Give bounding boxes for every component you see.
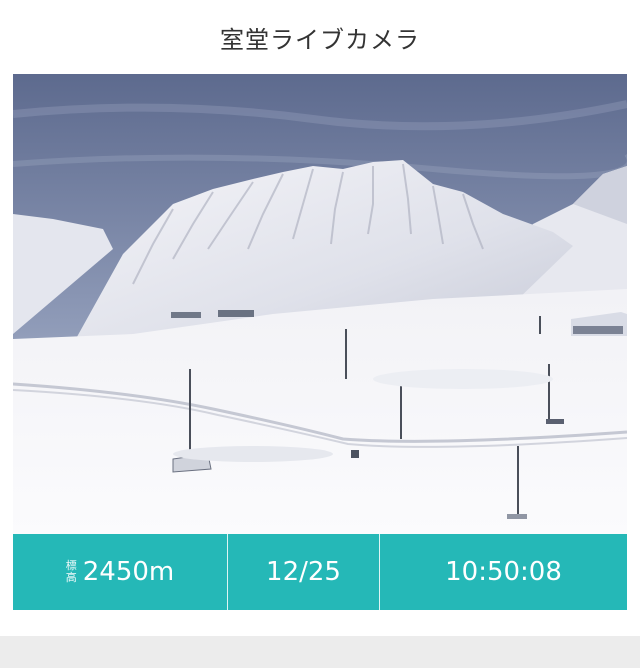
elevation-cell: 標 高 2450m bbox=[13, 534, 227, 610]
time-cell: 10:50:08 bbox=[380, 534, 627, 610]
live-camera-card: 室堂ライブカメラ 標 高 2450m 12/25 10:50:08 bbox=[0, 0, 640, 636]
time-value: 10:50:08 bbox=[445, 557, 562, 587]
elevation-label: 標 高 bbox=[66, 560, 77, 584]
elevation-value: 2450m bbox=[82, 557, 175, 587]
live-camera-image[interactable] bbox=[13, 74, 627, 534]
page-footer-area bbox=[0, 636, 640, 668]
date-cell: 12/25 bbox=[228, 534, 379, 610]
page-title: 室堂ライブカメラ bbox=[220, 26, 420, 54]
date-value: 12/25 bbox=[266, 557, 341, 587]
elevation-label-bottom: 高 bbox=[65, 571, 77, 584]
camera-info-bar: 標 高 2450m 12/25 10:50:08 bbox=[13, 534, 627, 610]
